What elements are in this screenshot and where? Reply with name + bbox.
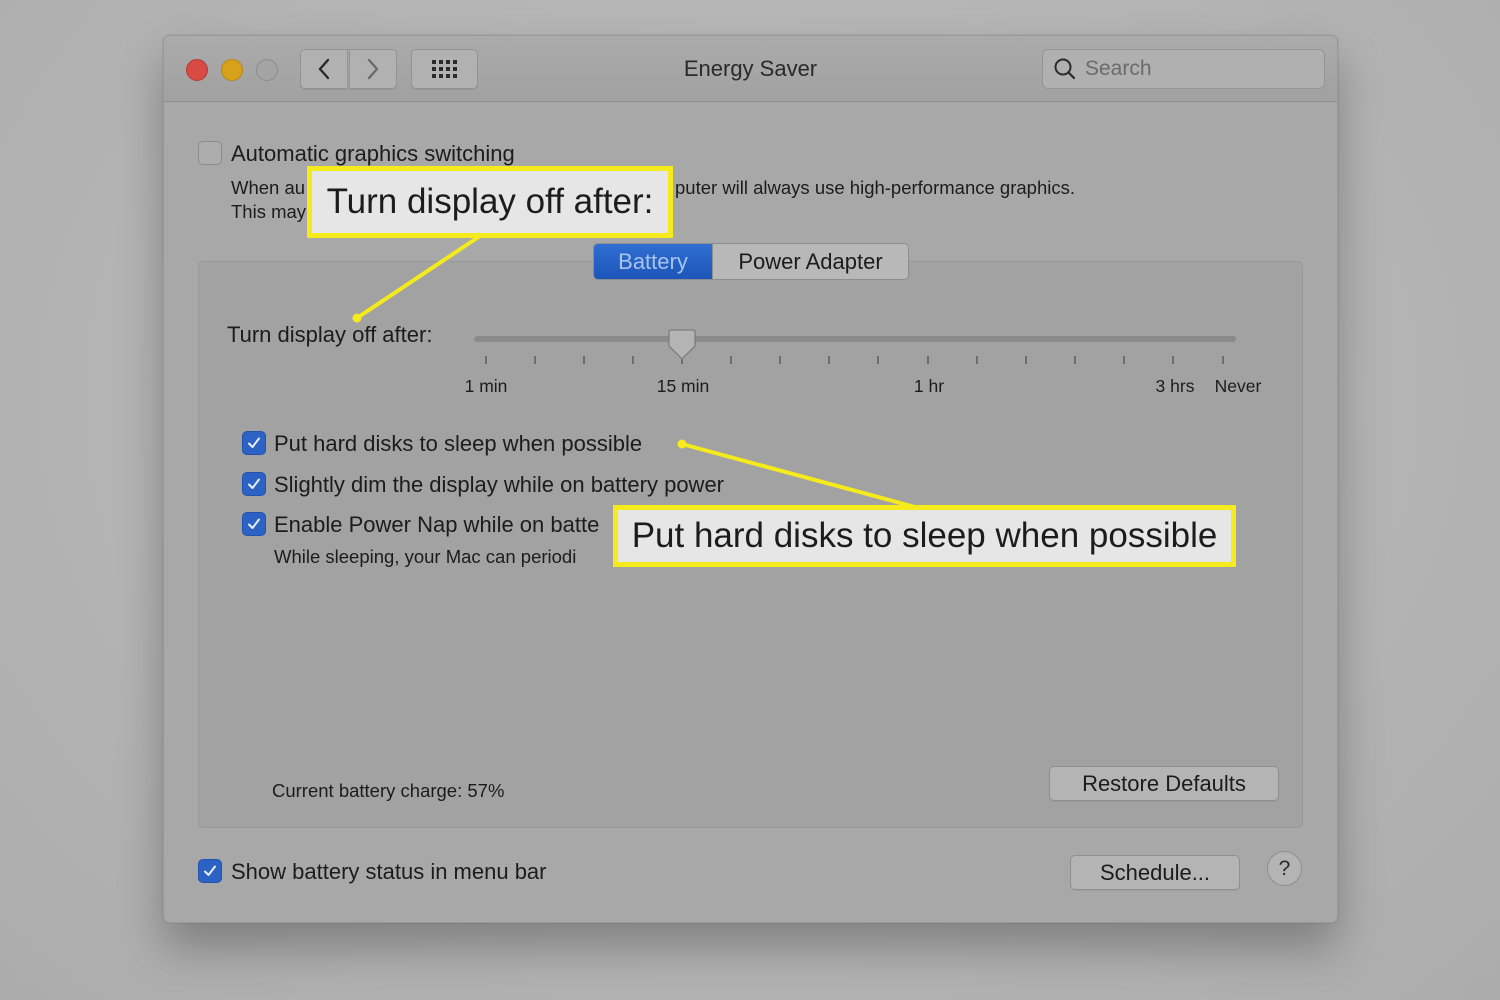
power-nap-checkbox[interactable]	[242, 512, 266, 536]
slider-tick	[632, 356, 634, 364]
title-bar: Energy Saver	[164, 36, 1337, 102]
schedule-button[interactable]: Schedule...	[1070, 855, 1240, 890]
tab-power-adapter[interactable]: Power Adapter	[712, 244, 908, 279]
automatic-graphics-switching-label: Automatic graphics switching	[231, 141, 515, 166]
tick-label-3-hrs: 3 hrs	[1155, 376, 1195, 396]
show-battery-status-label: Show battery status in menu bar	[231, 859, 547, 884]
power-nap-label: Enable Power Nap while on batte	[274, 512, 600, 537]
slider-tick	[779, 356, 781, 364]
search-icon	[1054, 58, 1076, 80]
tick-label-15-min: 15 min	[656, 376, 710, 396]
slider-tick	[1025, 356, 1027, 364]
slider-tick	[485, 356, 487, 364]
display-sleep-slider-thumb[interactable]	[667, 328, 697, 362]
slider-tick	[1074, 356, 1076, 364]
help-button[interactable]: ?	[1267, 851, 1302, 886]
slider-tick	[828, 356, 830, 364]
tick-label-1-hr: 1 hr	[913, 376, 945, 396]
tick-label-1-min: 1 min	[464, 376, 508, 396]
slider-tick	[534, 356, 536, 364]
slider-tick	[583, 356, 585, 364]
search-field[interactable]	[1042, 49, 1325, 89]
dim-display-checkbox[interactable]	[242, 472, 266, 496]
graphics-description-line2-start: This may	[231, 201, 307, 222]
hard-disk-sleep-label: Put hard disks to sleep when possible	[274, 431, 643, 456]
automatic-graphics-switching-checkbox[interactable]	[198, 141, 222, 165]
slider-tick	[1222, 356, 1224, 364]
slider-tick	[976, 356, 978, 364]
dim-display-label: Slightly dim the display while on batter…	[274, 472, 725, 497]
tab-battery[interactable]: Battery	[594, 244, 712, 279]
graphics-description-line1-end: puter will always use high-performance g…	[675, 177, 1075, 198]
slider-tick	[927, 356, 929, 364]
power-source-tabs: Battery Power Adapter	[593, 243, 909, 280]
checkmark-icon	[248, 478, 260, 489]
display-sleep-label: Turn display off after:	[227, 322, 433, 347]
slider-tick	[730, 356, 732, 364]
slider-tick	[1123, 356, 1125, 364]
tick-label-never: Never	[1214, 376, 1262, 396]
checkmark-icon	[204, 865, 216, 876]
display-sleep-slider-track[interactable]	[474, 336, 1236, 342]
restore-defaults-button[interactable]: Restore Defaults	[1049, 766, 1279, 801]
checkmark-icon	[248, 518, 260, 529]
search-input[interactable]	[1085, 57, 1305, 81]
battery-charge-status: Current battery charge: 57%	[272, 780, 505, 801]
power-nap-description: While sleeping, your Mac can periodi	[274, 546, 577, 567]
slider-tick	[877, 356, 879, 364]
slider-tick	[1172, 356, 1174, 364]
checkmark-icon	[248, 437, 260, 448]
show-battery-status-checkbox[interactable]	[198, 859, 222, 883]
callout-turn-display-off: Turn display off after:	[307, 166, 673, 238]
graphics-description-line1-start: When au	[231, 177, 306, 198]
hard-disk-sleep-checkbox[interactable]	[242, 431, 266, 455]
callout-hard-disk-sleep: Put hard disks to sleep when possible	[613, 505, 1236, 567]
